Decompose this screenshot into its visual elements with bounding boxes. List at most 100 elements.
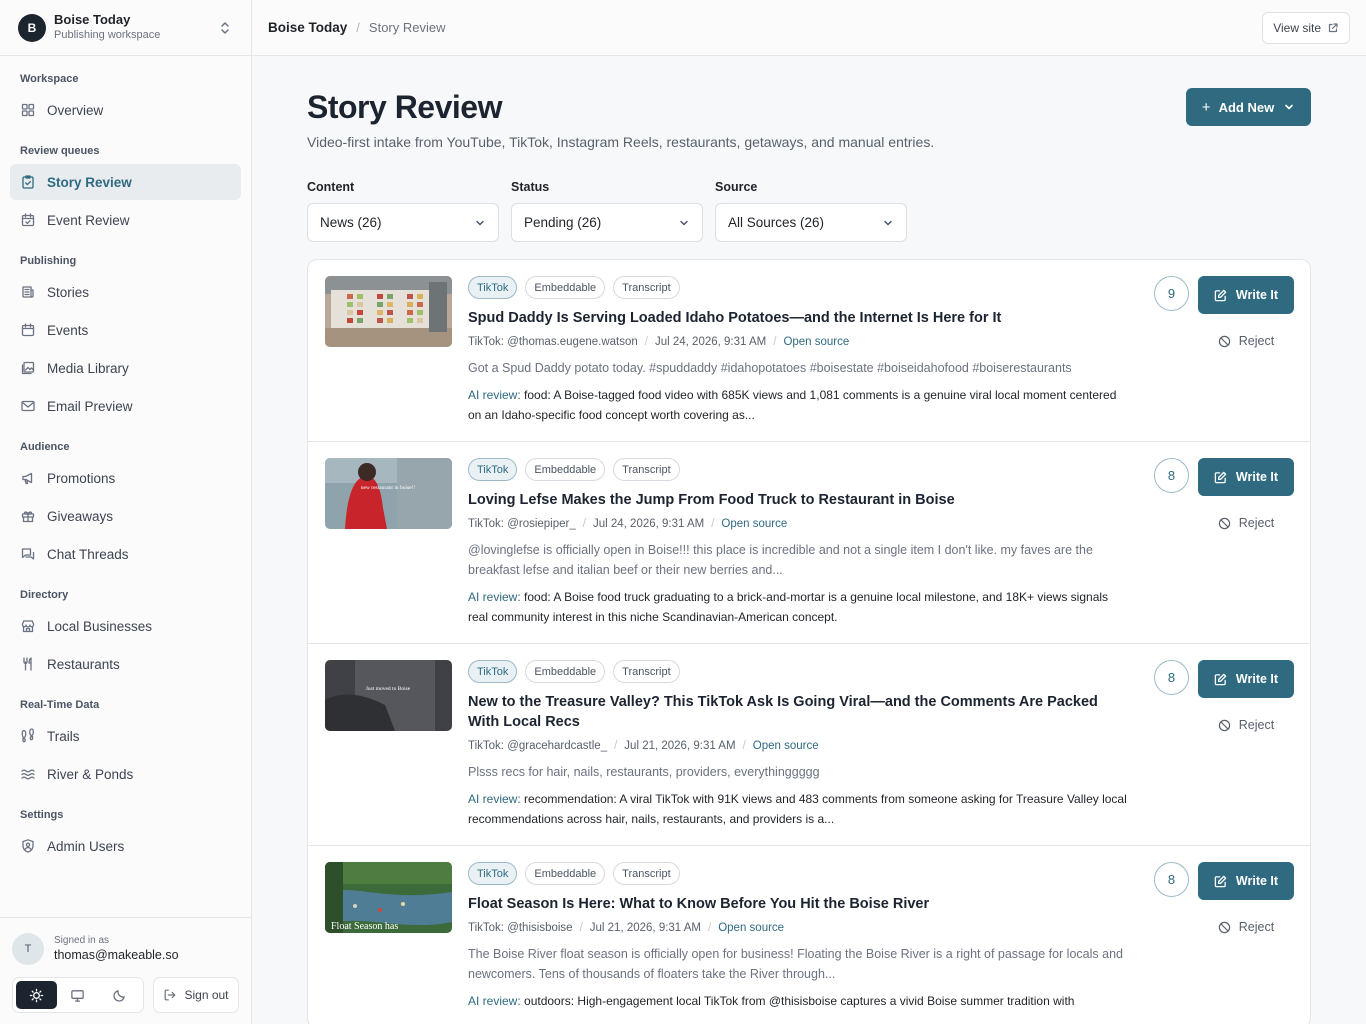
write-it-button[interactable]: Write It <box>1198 660 1294 698</box>
story-list: TikTok Embeddable Transcript Spud Daddy Is … <box>307 259 1311 1024</box>
story-excerpt: Got a Spud Daddy potato today. #spuddadd… <box>468 361 1072 375</box>
user-email: thomas@makeable.so <box>54 948 179 962</box>
write-it-label: Write It <box>1235 672 1279 686</box>
story-title[interactable]: New to the Treasure Valley? This TikTok … <box>468 692 1128 732</box>
sidebar-item-email-preview[interactable]: Email Preview <box>10 388 241 424</box>
meta-separator: / <box>644 336 648 348</box>
story-title[interactable]: Loving Lefse Makes the Jump From Food Tr… <box>468 490 1128 510</box>
story-title[interactable]: Spud Daddy Is Serving Loaded Idaho Potat… <box>468 308 1128 328</box>
sign-out-button[interactable]: Sign out <box>153 977 239 1013</box>
monitor-icon <box>70 988 85 1003</box>
content-filter: Content News (26) <box>307 180 499 242</box>
dark-theme-button[interactable] <box>99 981 140 1009</box>
open-source-link[interactable]: Open source <box>718 922 784 934</box>
open-source-link[interactable]: Open source <box>783 336 849 348</box>
external-link-icon <box>1321 22 1339 34</box>
story-title[interactable]: Float Season Is Here: What to Know Befor… <box>468 894 1128 914</box>
reject-label: Reject <box>1238 516 1275 530</box>
sidebar-item-promotions[interactable]: Promotions <box>10 460 241 496</box>
user-panel: T Signed in as thomas@makeable.so Sign o… <box>0 917 251 1013</box>
workspace-switcher[interactable]: B Boise Today Publishing workspace <box>0 0 251 56</box>
page-subtitle: Video-first intake from YouTube, TikTok,… <box>307 134 935 150</box>
reject-button[interactable]: Reject <box>1198 714 1294 736</box>
select-value: News (26) <box>320 215 382 230</box>
write-it-label: Write It <box>1235 470 1279 484</box>
ai-review-label: AI review: <box>468 590 521 604</box>
calendar-icon <box>20 322 36 338</box>
add-new-button[interactable]: + Add New <box>1186 88 1311 126</box>
story-date: Jul 24, 2026, 9:31 AM <box>592 518 705 530</box>
sidebar-item-events[interactable]: Events <box>10 312 241 348</box>
reject-label: Reject <box>1238 334 1275 348</box>
thumbnail-caption: new restaurant in boise!! <box>361 485 416 491</box>
story-author: TikTok: @rosiepiper_ <box>468 518 576 530</box>
open-source-link[interactable]: Open source <box>753 740 819 752</box>
sidebar-item-trails[interactable]: Trails <box>10 718 241 754</box>
sidebar-item-river-ponds[interactable]: River & Ponds <box>10 756 241 792</box>
sidebar-item-label: Trails <box>47 728 80 744</box>
sidebar-item-label: Chat Threads <box>47 546 129 562</box>
reject-button[interactable]: Reject <box>1198 512 1294 534</box>
sidebar-item-label: Local Businesses <box>47 618 153 634</box>
nav-section-title: Settings <box>20 809 64 821</box>
story-thumbnail[interactable] <box>325 276 452 347</box>
ai-review-label: AI review: <box>468 994 521 1008</box>
status-select[interactable]: Pending (26) <box>511 203 703 242</box>
sidebar-item-label: Stories <box>47 284 90 300</box>
edit-icon <box>1214 289 1236 302</box>
images-icon <box>20 360 36 376</box>
meta-separator: / <box>711 518 715 530</box>
meta-separator: / <box>614 740 618 752</box>
tag-embeddable: Embeddable <box>525 862 606 885</box>
meta-separator: / <box>708 922 712 934</box>
tag-embeddable: Embeddable <box>525 660 606 683</box>
write-it-button[interactable]: Write It <box>1198 276 1294 314</box>
workspace-subtitle: Publishing workspace <box>54 29 161 41</box>
meta-separator: / <box>742 740 746 752</box>
chat-icon <box>20 546 36 562</box>
view-site-button[interactable]: View site <box>1262 11 1350 44</box>
content-select[interactable]: News (26) <box>307 203 499 242</box>
write-it-button[interactable]: Write It <box>1198 458 1294 496</box>
ai-review: AI review: food: A Boise-tagged food vid… <box>468 385 1128 441</box>
chevron-down-icon <box>678 217 690 229</box>
story-thumbnail[interactable]: Just moved to Boise <box>325 660 452 731</box>
breadcrumb-root[interactable]: Boise Today <box>268 20 347 35</box>
user-avatar: T <box>12 933 44 965</box>
write-it-button[interactable]: Write It <box>1198 862 1294 900</box>
story-card: TikTok Embeddable Transcript Spud Daddy Is … <box>308 260 1310 442</box>
sidebar-item-stories[interactable]: Stories <box>10 274 241 310</box>
sidebar-item-media-library[interactable]: Media Library <box>10 350 241 386</box>
chevron-down-icon <box>474 217 486 229</box>
sidebar-item-restaurants[interactable]: Restaurants <box>10 646 241 682</box>
sidebar-item-chat-threads[interactable]: Chat Threads <box>10 536 241 572</box>
ai-review-label: AI review: <box>468 388 521 402</box>
tag-transcript: Transcript <box>613 276 680 299</box>
sidebar-item-event-review[interactable]: Event Review <box>10 202 241 238</box>
story-thumbnail[interactable]: new restaurant in boise!! <box>325 458 452 529</box>
sidebar-item-admin-users[interactable]: Admin Users <box>10 828 241 864</box>
meta-separator: / <box>773 336 777 348</box>
sidebar-item-story-review[interactable]: Story Review <box>10 164 241 200</box>
filter-bar: Content News (26) Status Pending (26) So… <box>307 180 919 242</box>
sidebar-item-giveaways[interactable]: Giveaways <box>10 498 241 534</box>
sidebar-item-local-businesses[interactable]: Local Businesses <box>10 608 241 644</box>
view-site-label: View site <box>1273 20 1321 35</box>
sidebar-item-overview[interactable]: Overview <box>10 92 241 128</box>
system-theme-button[interactable] <box>57 981 98 1009</box>
open-source-link[interactable]: Open source <box>721 518 787 530</box>
story-author: TikTok: @thisisboise <box>468 922 573 934</box>
moon-icon <box>112 988 127 1003</box>
story-meta: TikTok: @gracehardcastle_ / Jul 21, 2026, … <box>468 738 1128 754</box>
meta-separator: / <box>579 922 583 934</box>
sidebar-item-label: Giveaways <box>47 508 114 524</box>
reject-button[interactable]: Reject <box>1198 916 1294 938</box>
reject-button[interactable]: Reject <box>1198 330 1294 352</box>
story-thumbnail[interactable]: Float Season has <box>325 862 452 933</box>
thumbnail-caption: Just moved to Boise <box>366 686 411 692</box>
light-theme-button[interactable] <box>16 981 58 1009</box>
source-select[interactable]: All Sources (26) <box>715 203 907 242</box>
edit-icon <box>1214 471 1236 484</box>
